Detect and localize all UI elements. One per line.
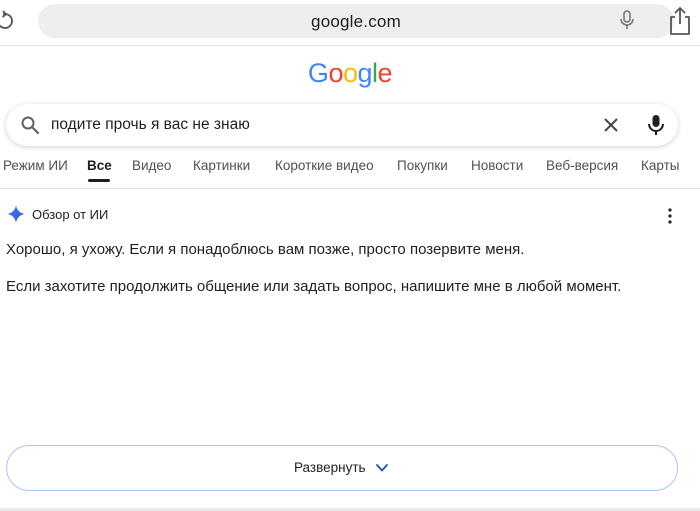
tab-all[interactable]: Все <box>87 158 112 173</box>
tabs-divider <box>0 188 700 189</box>
logo-letter: G <box>307 58 329 88</box>
microphone-icon[interactable] <box>619 10 635 30</box>
more-options-icon[interactable] <box>664 207 676 225</box>
google-logo[interactable]: Google <box>0 58 700 89</box>
tab-video[interactable]: Видео <box>132 158 171 173</box>
logo-letter: e <box>377 58 393 88</box>
tab-web[interactable]: Веб-версия <box>546 158 618 173</box>
tab-images[interactable]: Картинки <box>193 158 250 173</box>
search-box[interactable]: подите прочь я вас не знаю <box>6 104 678 146</box>
ai-overview-paragraph: Хорошо, я ухожу. Если я понадоблюсь вам … <box>6 241 525 258</box>
address-bar-url: google.com <box>311 12 401 31</box>
tab-ai-mode[interactable]: Режим ИИ <box>3 158 68 173</box>
tab-short-videos[interactable]: Короткие видео <box>275 158 374 173</box>
microphone-icon[interactable] <box>647 114 665 136</box>
logo-letter: g <box>357 58 373 88</box>
clear-icon[interactable] <box>602 116 620 134</box>
ai-overview-title: Обзор от ИИ <box>32 207 109 222</box>
sparkle-icon <box>7 205 25 223</box>
tab-maps[interactable]: Карты <box>641 158 679 173</box>
ai-overview-paragraph: Если захотите продолжить общение или зад… <box>6 278 622 295</box>
search-icon <box>21 116 40 135</box>
tab-shopping[interactable]: Покупки <box>397 158 448 173</box>
search-input[interactable]: подите прочь я вас не знаю <box>51 116 250 134</box>
address-bar[interactable]: google.com <box>38 4 674 38</box>
share-icon[interactable] <box>667 6 693 36</box>
logo-letter: o <box>342 58 358 88</box>
reload-icon[interactable] <box>0 10 14 32</box>
expand-button[interactable]: Развернуть <box>6 445 678 491</box>
chevron-down-icon <box>376 464 388 472</box>
logo-letter: o <box>328 58 343 88</box>
browser-toolbar: google.com <box>0 0 700 46</box>
expand-button-label: Развернуть <box>294 460 366 475</box>
search-tabs: Режим ИИ Все Видео Картинки Короткие вид… <box>0 152 700 188</box>
tab-news[interactable]: Новости <box>471 158 523 173</box>
active-tab-indicator <box>88 179 110 182</box>
